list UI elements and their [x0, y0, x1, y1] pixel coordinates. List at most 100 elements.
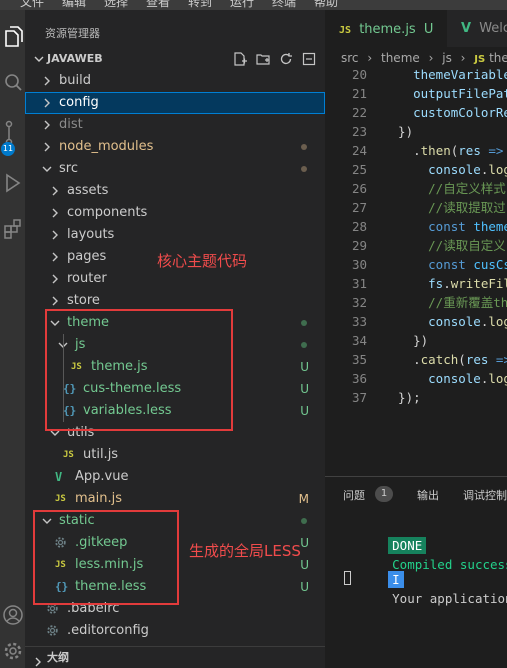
bottom-panel: 问题 1 输出 调试控制 DONE Compiled success I You… — [325, 476, 507, 668]
breadcrumb-item[interactable]: theme — [381, 51, 420, 65]
code-text: //读取提取过 — [383, 198, 506, 217]
tab-label: theme.js — [359, 22, 416, 37]
line-number: 25 — [351, 162, 367, 177]
tree-file-main-js[interactable]: JS main.js M — [25, 488, 325, 510]
code-line: 31 fs.writeFil — [325, 274, 507, 293]
annotation-generated-label: 生成的全局LESS — [189, 542, 301, 560]
menu-item[interactable]: 编辑 — [62, 0, 86, 10]
menu-item[interactable]: 选择 — [104, 0, 128, 10]
explorer-icon[interactable] — [0, 24, 25, 50]
tree-folder-router[interactable]: router — [25, 268, 325, 290]
code-line: 22 customColorRe — [325, 103, 507, 122]
js-file-icon: JS — [63, 450, 74, 460]
chevron-right-icon — [49, 202, 61, 224]
tree-folder-build[interactable]: build — [25, 70, 325, 92]
explorer-title: 资源管理器 — [45, 27, 100, 40]
menu-item[interactable]: 转到 — [188, 0, 212, 10]
code-text: fs.writeFil — [383, 274, 507, 293]
account-icon[interactable] — [0, 602, 25, 628]
line-number: 30 — [351, 257, 367, 272]
annotation-box-core — [45, 309, 233, 431]
breadcrumb-item[interactable]: theme — [489, 51, 507, 65]
code-text: }) — [383, 331, 428, 350]
activity-bar: 11 — [0, 10, 25, 668]
outline-section[interactable]: 大纲 — [25, 646, 325, 668]
menu-item[interactable]: 终端 — [272, 0, 296, 10]
tree-folder-config[interactable]: config — [25, 92, 325, 114]
menu-bar: 文件 编辑 选择 查看 转到 运行 终端 帮助 — [0, 0, 507, 10]
extensions-icon[interactable] — [0, 216, 25, 242]
tree-file-util-js[interactable]: JS util.js — [25, 444, 325, 466]
code-token: . — [443, 276, 451, 291]
code-token: fs — [428, 276, 444, 291]
tree-item-label: layouts — [67, 227, 115, 242]
code-token: cusCs — [473, 257, 507, 272]
tree-folder-layouts[interactable]: layouts — [25, 224, 325, 246]
menu-item[interactable]: 查看 — [146, 0, 170, 10]
search-icon[interactable] — [0, 70, 25, 96]
js-file-icon: JS — [55, 494, 66, 504]
code-token: theme — [473, 219, 507, 234]
menu-item[interactable]: 帮助 — [314, 0, 338, 10]
tree-folder-dist[interactable]: dist — [25, 114, 325, 136]
chevron-right-icon: › — [428, 51, 434, 65]
code-token: => — [488, 143, 504, 158]
code-token: //自定义样式 — [428, 181, 506, 196]
tree-folder-src[interactable]: src — [25, 158, 325, 180]
new-file-icon[interactable] — [232, 51, 248, 67]
line-number: 37 — [351, 390, 367, 405]
source-control-badge: 11 — [1, 142, 15, 156]
code-line: 21 outputFilePath — [325, 84, 507, 103]
tab-welcome[interactable]: V Welco — [447, 10, 507, 47]
tree-folder-components[interactable]: components — [25, 202, 325, 224]
collapse-all-icon[interactable] — [301, 51, 317, 67]
line-number: 32 — [351, 295, 367, 310]
git-status-badge: U — [300, 404, 309, 418]
git-status-dot — [301, 144, 307, 150]
code-text: const cusCs — [383, 255, 507, 274]
tree-item-label: components — [67, 205, 148, 220]
tree-folder-node-modules[interactable]: node_modules — [25, 136, 325, 158]
code-line: 32 //重新覆盖th — [325, 293, 507, 312]
tab-label: Welco — [479, 21, 507, 36]
tree-item-label: node_modules — [59, 139, 154, 154]
tree-item-label: util.js — [83, 447, 119, 462]
breadcrumb-item[interactable]: js — [442, 51, 452, 65]
breadcrumb-item[interactable]: src — [341, 51, 359, 65]
tree-folder-assets[interactable]: assets — [25, 180, 325, 202]
code-line: 34 }) — [325, 331, 507, 350]
line-number: 20 — [351, 67, 367, 82]
tab-problems[interactable]: 问题 — [343, 487, 365, 503]
tree-file-app-vue[interactable]: V App.vue — [25, 466, 325, 488]
tree-item-label: pages — [67, 249, 107, 264]
refresh-icon[interactable] — [278, 51, 294, 67]
git-status-dot — [301, 342, 307, 348]
terminal-line-info: I Your application is — [343, 551, 507, 606]
code-line: 20 themeVariables, — [325, 65, 507, 84]
menu-item[interactable]: 运行 — [230, 0, 254, 10]
tab-debug-console[interactable]: 调试控制 — [463, 487, 507, 503]
tree-file-editorconfig[interactable]: .editorconfig — [25, 620, 325, 642]
tree-item-label: dist — [59, 117, 83, 132]
code-text: customColorRe — [383, 103, 507, 122]
menu-item[interactable]: 文件 — [20, 0, 44, 10]
code-line: 30 const cusCs — [325, 255, 507, 274]
js-file-icon: JS — [474, 54, 486, 65]
tree-item-label: main.js — [75, 491, 122, 506]
chevron-down-icon — [33, 48, 45, 70]
run-debug-icon[interactable] — [0, 170, 25, 196]
settings-gear-icon[interactable] — [0, 638, 25, 664]
explorer-actions — [232, 50, 317, 68]
new-folder-icon[interactable] — [255, 51, 271, 67]
tab-theme-js[interactable]: JS theme.js U — [325, 10, 447, 47]
annotation-core-label: 核心主题代码 — [157, 252, 248, 270]
tab-output[interactable]: 输出 — [417, 487, 439, 503]
